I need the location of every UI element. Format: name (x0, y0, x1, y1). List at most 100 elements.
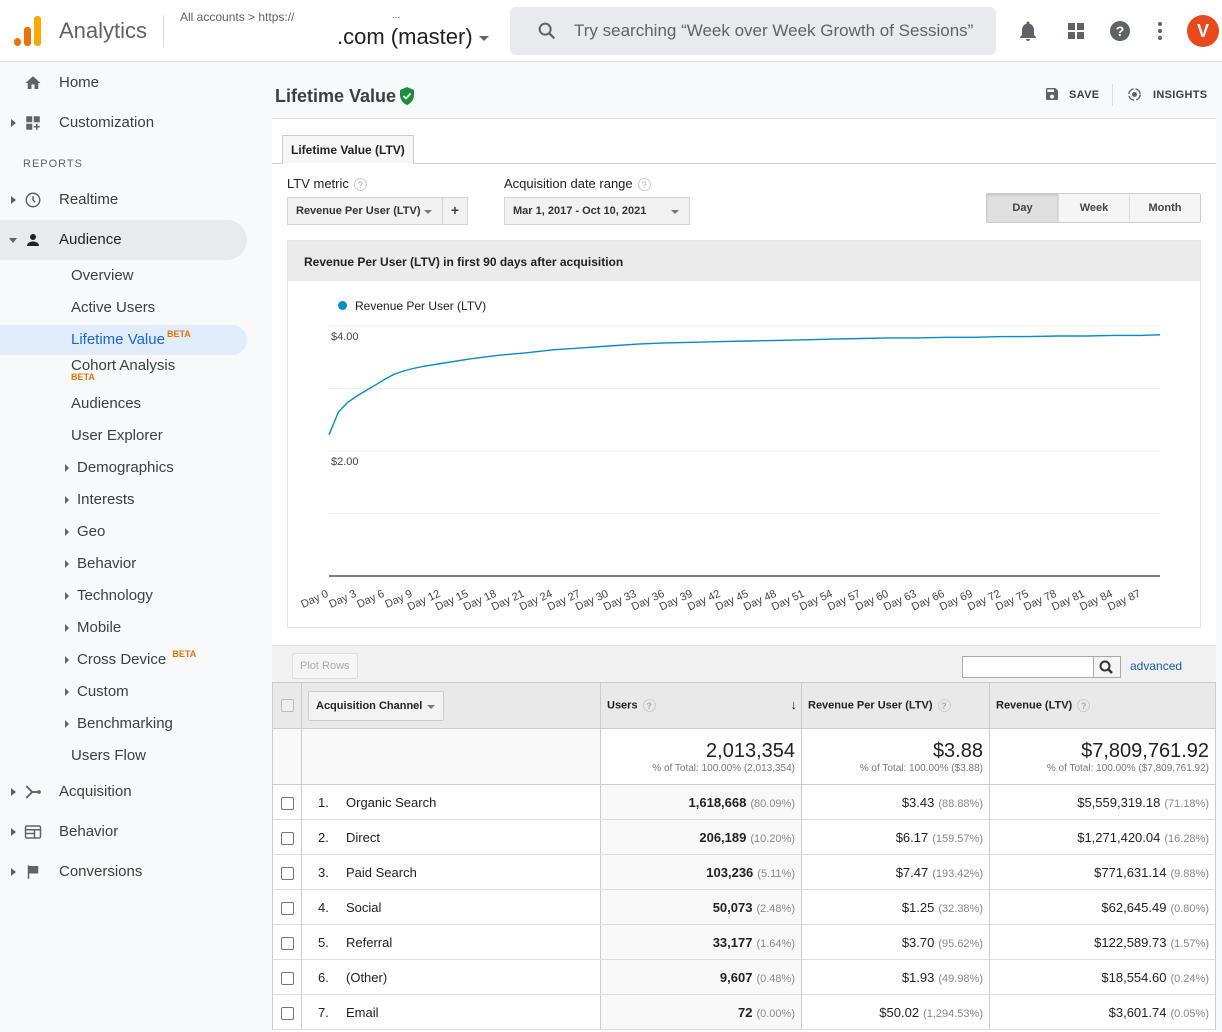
breadcrumb[interactable]: All accounts > https:// (180, 10, 294, 24)
channel-link[interactable]: Referral (346, 935, 392, 950)
help-icon[interactable]: ? (1077, 699, 1091, 712)
analytics-logo[interactable] (14, 14, 42, 46)
subitem-label: Lifetime Value (71, 331, 165, 348)
sidebar-item-conversions[interactable]: Conversions (0, 852, 247, 892)
search-input[interactable] (574, 19, 984, 43)
sidebar-subitem-user-explorer[interactable]: User Explorer (0, 421, 247, 451)
granularity-toggle: Day Week Month (986, 193, 1201, 223)
row-checkbox[interactable] (280, 971, 294, 985)
sidebar-item-realtime[interactable]: Realtime (0, 180, 247, 220)
date-range-dropdown[interactable]: Mar 1, 2017 - Oct 10, 2021 (504, 197, 690, 225)
bell-icon[interactable] (1016, 19, 1040, 43)
sidebar-item-customization[interactable]: Customization (0, 103, 247, 143)
sidebar-subitem-mobile[interactable]: Mobile (0, 613, 247, 643)
table-row: 6. (Other) 9,607 (0.48%) $1.93 (49.98%) $18,55… (272, 959, 1216, 995)
revenue-value: $62,645.49 (1101, 899, 1167, 915)
users-percent: (0.00%) (756, 1007, 795, 1020)
sidebar-subitem-behavior[interactable]: Behavior (0, 549, 247, 579)
sidebar-subitem-audiences[interactable]: Audiences (0, 389, 247, 419)
revenue-percent: (9.88%) (1170, 867, 1209, 880)
row-checkbox[interactable] (280, 796, 294, 810)
users-cell: 1,618,668 (80.09%) (600, 784, 802, 820)
apps-grid-icon[interactable] (1064, 19, 1088, 43)
beta-badge: BETA (172, 649, 197, 659)
channel-link[interactable]: Paid Search (346, 865, 417, 880)
more-vert-icon[interactable] (1148, 19, 1172, 43)
sidebar-subitem-users-flow[interactable]: Users Flow (0, 741, 247, 771)
channel-link[interactable]: Direct (346, 830, 380, 845)
date-range-value: Mar 1, 2017 - Oct 10, 2021 (513, 205, 647, 217)
subitem-label: Mobile (77, 619, 122, 636)
sidebar-subitem-benchmarking[interactable]: Benchmarking (0, 709, 247, 739)
home-icon (25, 76, 41, 89)
search-bar[interactable] (510, 7, 996, 55)
rpu-percent: (159.57%) (932, 832, 983, 845)
ltv-metric-dropdown[interactable]: Revenue Per User (LTV) (287, 197, 443, 225)
caret-down-icon (424, 210, 432, 214)
revenue-column-header[interactable]: Revenue (LTV)? (989, 682, 1216, 729)
users-column-header[interactable]: Users? ↓ (600, 682, 802, 729)
sidebar-subitem-active-users[interactable]: Active Users (0, 293, 247, 323)
channel-link[interactable]: Social (346, 900, 381, 915)
sidebar-item-audience[interactable]: Audience (0, 220, 247, 260)
revenue-value: $5,559,319.18 (1077, 794, 1161, 810)
sidebar-subitem-geo[interactable]: Geo (0, 517, 247, 547)
channel-link[interactable]: Email (346, 1005, 379, 1020)
channel-link[interactable]: (Other) (346, 970, 387, 985)
row-checkbox[interactable] (280, 866, 294, 880)
table-search-button[interactable] (1094, 656, 1121, 678)
row-checkbox[interactable] (280, 831, 294, 845)
rpu-column-header[interactable]: Revenue Per User (LTV)? (801, 682, 990, 729)
revenue-value: $3,601.74 (1108, 1004, 1167, 1020)
help-icon[interactable]: ? (353, 178, 367, 192)
sidebar-subitem-technology[interactable]: Technology (0, 581, 247, 611)
tab-lifetime-value[interactable]: Lifetime Value (LTV) (282, 135, 414, 164)
verified-shield-icon (400, 87, 414, 105)
table-search-input[interactable] (962, 656, 1094, 678)
sidebar-subitem-cross-device[interactable]: Cross Device BETA (0, 645, 247, 675)
sidebar-subitem-custom[interactable]: Custom (0, 677, 247, 707)
day-button[interactable]: Day (987, 194, 1058, 222)
user-avatar[interactable]: V (1187, 15, 1219, 47)
property-selector[interactable]: .com (master) (337, 24, 489, 50)
sidebar-item-behavior[interactable]: Behavior (0, 812, 247, 852)
beta-badge: BETA (166, 329, 191, 339)
rpu-cell: $6.17 (159.57%) (801, 819, 990, 855)
row-checkbox[interactable] (280, 1006, 294, 1020)
sidebar-subitem-interests[interactable]: Interests (0, 485, 247, 515)
help-icon[interactable]: ? (937, 699, 951, 712)
revenue-percent: (16.28%) (1164, 832, 1209, 845)
users-value: 72 (738, 1004, 753, 1020)
channel-link[interactable]: Organic Search (346, 795, 436, 810)
row-index: 3. (318, 864, 329, 880)
sort-descending-icon[interactable]: ↓ (791, 697, 798, 712)
sidebar-item-home[interactable]: Home (0, 63, 247, 103)
help-icon[interactable]: ? (637, 178, 651, 192)
plot-rows-button[interactable]: Plot Rows (292, 653, 358, 679)
rpu-value: $3.43 (901, 794, 935, 810)
sidebar-item-label: Home (59, 74, 100, 91)
subitem-label: Demographics (77, 459, 174, 476)
column-label: Users (607, 699, 638, 712)
row-checkbox[interactable] (280, 901, 294, 915)
rpu-total: $3.88% of Total: 100.00% ($3.88) (801, 728, 990, 785)
help-icon[interactable]: ? (1108, 19, 1132, 43)
row-select-cell (272, 784, 302, 820)
sidebar-subitem-cohort-analysis[interactable]: Cohort Analysis BETA (0, 355, 247, 389)
row-select-cell (272, 854, 302, 890)
sidebar-subitem-lifetime-value[interactable]: Lifetime Value BETA (0, 325, 247, 355)
series-line (328, 334, 1161, 436)
advanced-filter-link[interactable]: advanced (1130, 659, 1182, 673)
sidebar-item-acquisition[interactable]: Acquisition (0, 772, 247, 812)
week-button[interactable]: Week (1058, 194, 1129, 222)
sidebar-subitem-demographics[interactable]: Demographics (0, 453, 247, 483)
add-metric-button[interactable]: + (442, 197, 468, 225)
users-percent: (10.20%) (750, 832, 795, 845)
sidebar-subitem-overview[interactable]: Overview (0, 261, 247, 291)
row-checkbox[interactable] (280, 936, 294, 950)
select-all-checkbox[interactable] (280, 699, 294, 712)
help-icon[interactable]: ? (642, 699, 656, 712)
month-button[interactable]: Month (1129, 194, 1200, 222)
column-label: Revenue (LTV) (996, 699, 1073, 712)
dimension-dropdown[interactable]: Acquisition Channel (308, 690, 444, 721)
